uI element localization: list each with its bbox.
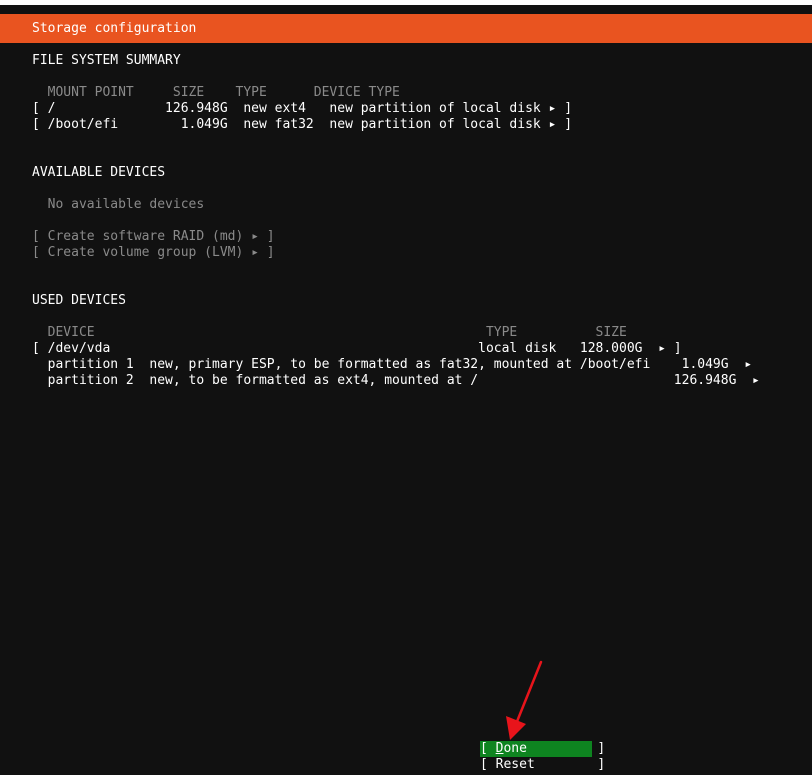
fs-summary-heading: FILE SYSTEM SUMMARY — [32, 53, 181, 68]
no-available-devices-text: No available devices — [32, 197, 205, 212]
used-devices-column-headers: DEVICE TYPE SIZE — [32, 325, 627, 340]
reset-button[interactable]: [ Reset ] — [480, 757, 605, 773]
page-title: Storage configuration — [32, 21, 197, 36]
available-devices-heading: AVAILABLE DEVICES — [32, 165, 166, 180]
create-lvm-button[interactable]: [ Create volume group (LVM) ▸ ] — [32, 245, 275, 261]
fs-summary-row-root[interactable]: [ / 126.948G new ext4 new partition of l… — [32, 101, 572, 117]
used-devices-heading: USED DEVICES — [32, 293, 126, 308]
top-edge-strip — [0, 0, 812, 5]
done-button-open: [ — [480, 741, 496, 756]
create-raid-button[interactable]: [ Create software RAID (md) ▸ ] — [32, 229, 275, 245]
used-device-row-vda[interactable]: [ /dev/vda local disk 128.000G ▸ ] — [32, 341, 682, 357]
fs-summary-column-headers: MOUNT POINT SIZE TYPE DEVICE TYPE — [32, 85, 400, 100]
used-device-row-partition-2[interactable]: partition 2 new, to be formatted as ext4… — [32, 373, 760, 389]
used-device-row-partition-1[interactable]: partition 1 new, primary ESP, to be form… — [32, 357, 752, 373]
annotation-arrow-icon — [506, 660, 543, 740]
title-bar: Storage configuration — [0, 14, 812, 43]
fs-summary-row-boot-efi[interactable]: [ /boot/efi 1.049G new fat32 new partiti… — [32, 117, 572, 133]
